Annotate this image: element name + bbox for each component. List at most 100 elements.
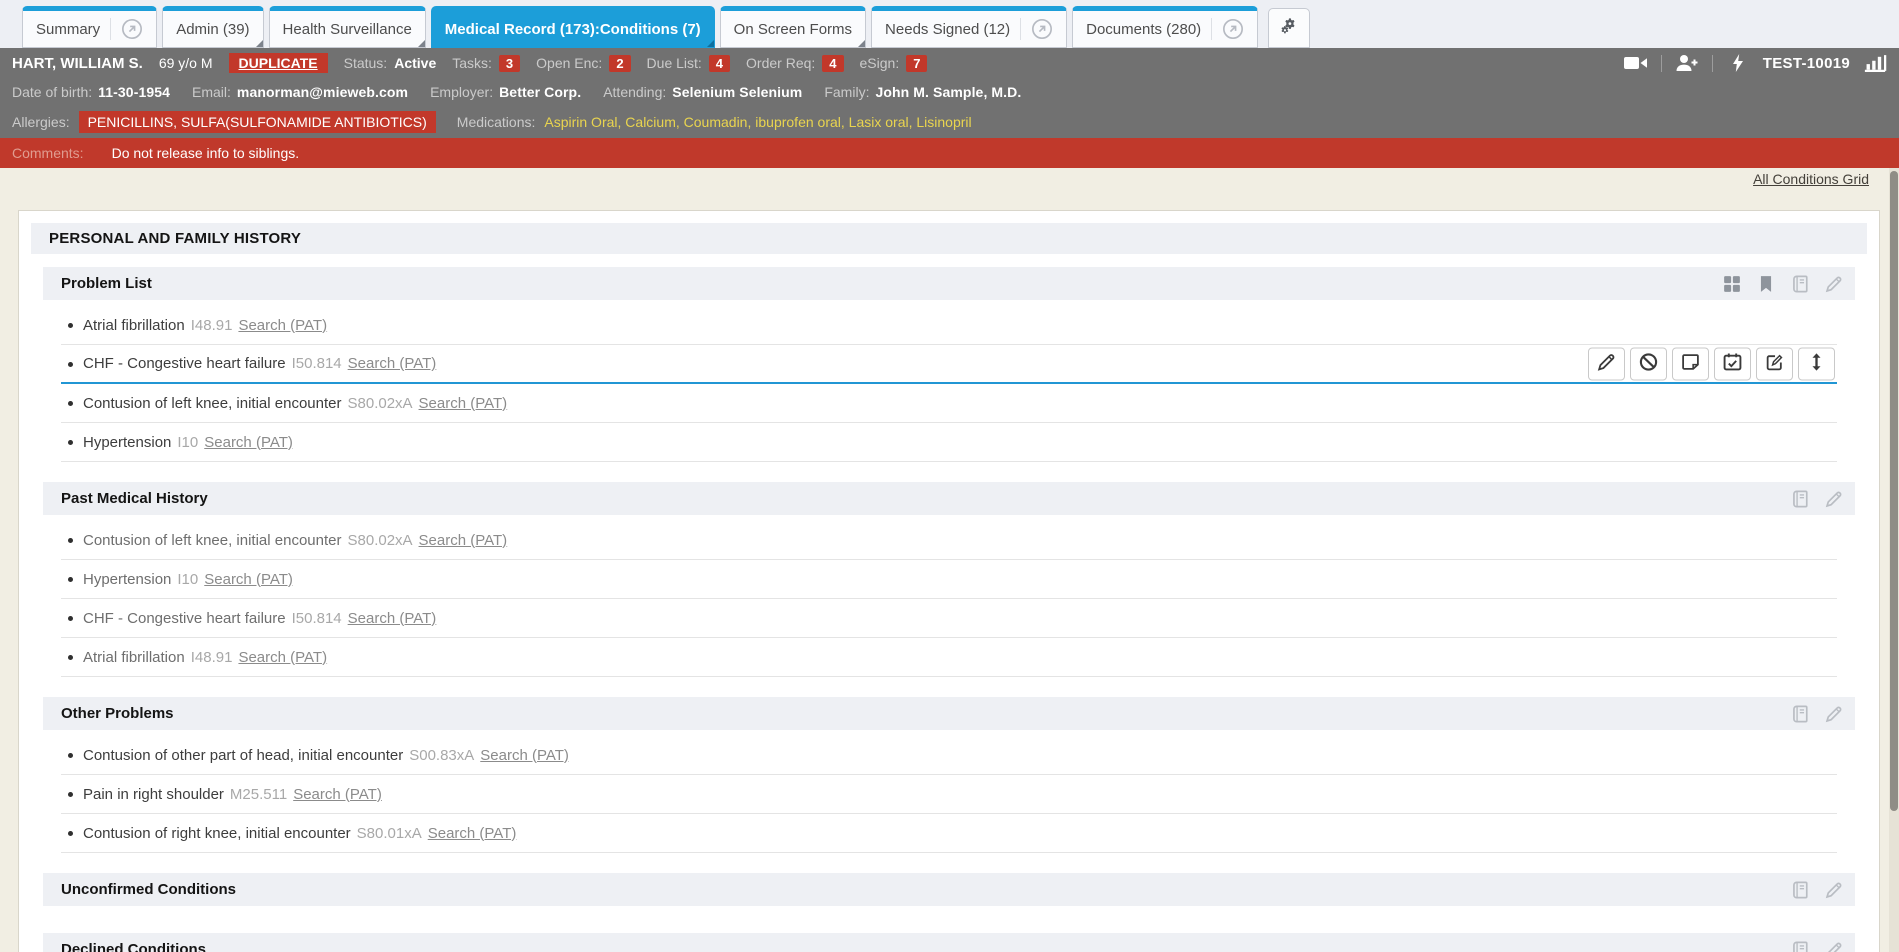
calendar-check-icon bbox=[1723, 352, 1742, 375]
scrollbar-thumb[interactable] bbox=[1890, 171, 1898, 811]
condition-row[interactable]: Contusion of right knee, initial encount… bbox=[61, 814, 1837, 853]
bookmark-icon[interactable] bbox=[1757, 275, 1775, 293]
counter-label: Open Enc: bbox=[536, 55, 602, 71]
popout-circle-icon[interactable] bbox=[1020, 18, 1053, 40]
search-pat-link[interactable]: Search (PAT) bbox=[204, 571, 293, 588]
condition-row[interactable]: CHF - Congestive heart failureI50.814Sea… bbox=[61, 599, 1837, 638]
pencil-icon[interactable] bbox=[1825, 881, 1843, 899]
condition-code: S80.01xA bbox=[357, 825, 422, 842]
duplicate-badge[interactable]: DUPLICATE bbox=[229, 53, 328, 73]
counter-badge[interactable]: 7 bbox=[906, 55, 927, 72]
medication-link[interactable]: Lasix oral bbox=[849, 114, 909, 130]
search-pat-link[interactable]: Search (PAT) bbox=[480, 747, 569, 764]
medication-link[interactable]: Aspirin Oral bbox=[544, 114, 617, 130]
counter-badge[interactable]: 4 bbox=[822, 55, 843, 72]
comments-value: Do not release info to siblings. bbox=[112, 145, 300, 161]
counter-badge[interactable]: 2 bbox=[609, 55, 630, 72]
bar-chart-icon[interactable] bbox=[1863, 54, 1887, 72]
comments-bar: Comments: Do not release info to sibling… bbox=[0, 138, 1899, 168]
settings-button[interactable] bbox=[1268, 8, 1310, 48]
book-icon[interactable] bbox=[1791, 881, 1809, 899]
search-pat-link[interactable]: Search (PAT) bbox=[238, 317, 327, 334]
condition-name: Atrial fibrillation bbox=[83, 649, 185, 666]
tab-summary[interactable]: Summary bbox=[22, 6, 157, 48]
counter-tasks: Tasks:3 bbox=[452, 55, 520, 72]
tab-documents-280[interactable]: Documents (280) bbox=[1072, 6, 1258, 48]
pencil-button[interactable] bbox=[1588, 347, 1625, 380]
condition-code: M25.511 bbox=[230, 786, 287, 803]
condition-row[interactable]: Contusion of left knee, initial encounte… bbox=[61, 384, 1837, 423]
person-add-icon[interactable] bbox=[1675, 54, 1699, 72]
medication-link[interactable]: Lisinopril bbox=[916, 114, 971, 130]
search-pat-link[interactable]: Search (PAT) bbox=[348, 355, 437, 372]
note-button[interactable] bbox=[1672, 347, 1709, 380]
resize-vertical-icon bbox=[1807, 352, 1826, 375]
pencil-icon[interactable] bbox=[1825, 705, 1843, 723]
book-icon[interactable] bbox=[1791, 275, 1809, 293]
patient-status: Status: Active bbox=[344, 55, 437, 71]
search-pat-link[interactable]: Search (PAT) bbox=[348, 610, 437, 627]
search-pat-link[interactable]: Search (PAT) bbox=[419, 395, 508, 412]
tab-needs-signed-12[interactable]: Needs Signed (12) bbox=[871, 6, 1067, 48]
pencil-icon[interactable] bbox=[1825, 275, 1843, 293]
condition-row[interactable]: CHF - Congestive heart failureI50.814Sea… bbox=[61, 345, 1837, 384]
condition-row[interactable]: HypertensionI10Search (PAT) bbox=[61, 423, 1837, 462]
counter-badge[interactable]: 4 bbox=[709, 55, 730, 72]
counter-badge[interactable]: 3 bbox=[499, 55, 520, 72]
counter-label: eSign: bbox=[860, 55, 900, 71]
tab-on-screen-forms[interactable]: On Screen Forms bbox=[720, 6, 866, 48]
condition-row[interactable]: Pain in right shoulderM25.511Search (PAT… bbox=[61, 775, 1837, 814]
grid-icon[interactable] bbox=[1723, 275, 1741, 293]
all-conditions-grid-link[interactable]: All Conditions Grid bbox=[1753, 171, 1869, 187]
tab-health-surveillance[interactable]: Health Surveillance bbox=[269, 6, 426, 48]
vertical-scrollbar[interactable] bbox=[1889, 168, 1899, 952]
search-pat-link[interactable]: Search (PAT) bbox=[238, 649, 327, 666]
allergy-badge[interactable]: PENICILLINS, SULFA(SULFONAMIDE ANTIBIOTI… bbox=[79, 111, 436, 133]
search-pat-link[interactable]: Search (PAT) bbox=[419, 532, 508, 549]
patient-name: HART, WILLIAM S. bbox=[12, 55, 143, 72]
medication-link[interactable]: ibuprofen oral bbox=[755, 114, 841, 130]
condition-name: Atrial fibrillation bbox=[83, 317, 185, 334]
chart-id: TEST-10019 bbox=[1763, 55, 1850, 72]
section-header: Other Problems bbox=[43, 697, 1855, 730]
medication-link[interactable]: Calcium bbox=[625, 114, 676, 130]
lightning-icon[interactable] bbox=[1726, 54, 1750, 72]
condition-row[interactable]: HypertensionI10Search (PAT) bbox=[61, 560, 1837, 599]
search-pat-link[interactable]: Search (PAT) bbox=[204, 434, 293, 451]
condition-row[interactable]: Contusion of left knee, initial encounte… bbox=[61, 521, 1837, 560]
allergies-label: Allergies: bbox=[12, 114, 70, 130]
search-pat-link[interactable]: Search (PAT) bbox=[293, 786, 382, 803]
book-icon[interactable] bbox=[1791, 490, 1809, 508]
demographic-value: manorman@mieweb.com bbox=[237, 84, 408, 100]
video-camera-icon[interactable] bbox=[1624, 54, 1648, 72]
section-header: Past Medical History bbox=[43, 482, 1855, 515]
condition-name: CHF - Congestive heart failure bbox=[83, 610, 286, 627]
popout-circle-icon[interactable] bbox=[110, 18, 143, 40]
status-label: Status: bbox=[344, 55, 388, 71]
counter-esign: eSign: 7 bbox=[860, 55, 928, 72]
section-header-icons bbox=[1791, 881, 1843, 899]
search-pat-link[interactable]: Search (PAT) bbox=[428, 825, 517, 842]
pencil-icon[interactable] bbox=[1825, 941, 1843, 952]
tab-medical-record-173-conditions-7[interactable]: Medical Record (173):Conditions (7) bbox=[431, 6, 715, 48]
calendar-check-button[interactable] bbox=[1714, 347, 1751, 380]
condition-code: I48.91 bbox=[191, 317, 233, 334]
section-title: Declined Conditions bbox=[61, 941, 206, 952]
book-icon[interactable] bbox=[1791, 941, 1809, 952]
condition-row[interactable]: Atrial fibrillation I48.91 Search (PAT) bbox=[61, 306, 1837, 345]
popout-circle-icon[interactable] bbox=[1211, 18, 1244, 40]
book-icon[interactable] bbox=[1791, 705, 1809, 723]
conditions-card: PERSONAL AND FAMILY HISTORY Problem List… bbox=[18, 210, 1880, 952]
demographic-family: Family:John M. Sample, M.D. bbox=[824, 84, 1021, 100]
condition-row[interactable]: Atrial fibrillationI48.91Search (PAT) bbox=[61, 638, 1837, 677]
tab-admin-39[interactable]: Admin (39) bbox=[162, 6, 263, 48]
condition-name: CHF - Congestive heart failure bbox=[83, 355, 286, 372]
condition-row[interactable]: Contusion of other part of head, initial… bbox=[61, 736, 1837, 775]
condition-name: Hypertension bbox=[83, 571, 171, 588]
ban-button[interactable] bbox=[1630, 347, 1667, 380]
edit-note-button[interactable] bbox=[1756, 347, 1793, 380]
medication-link[interactable]: Coumadin bbox=[684, 114, 748, 130]
pencil-icon[interactable] bbox=[1825, 490, 1843, 508]
resize-vertical-button[interactable] bbox=[1798, 347, 1835, 380]
tab-bar: SummaryAdmin (39)Health SurveillanceMedi… bbox=[0, 0, 1899, 48]
